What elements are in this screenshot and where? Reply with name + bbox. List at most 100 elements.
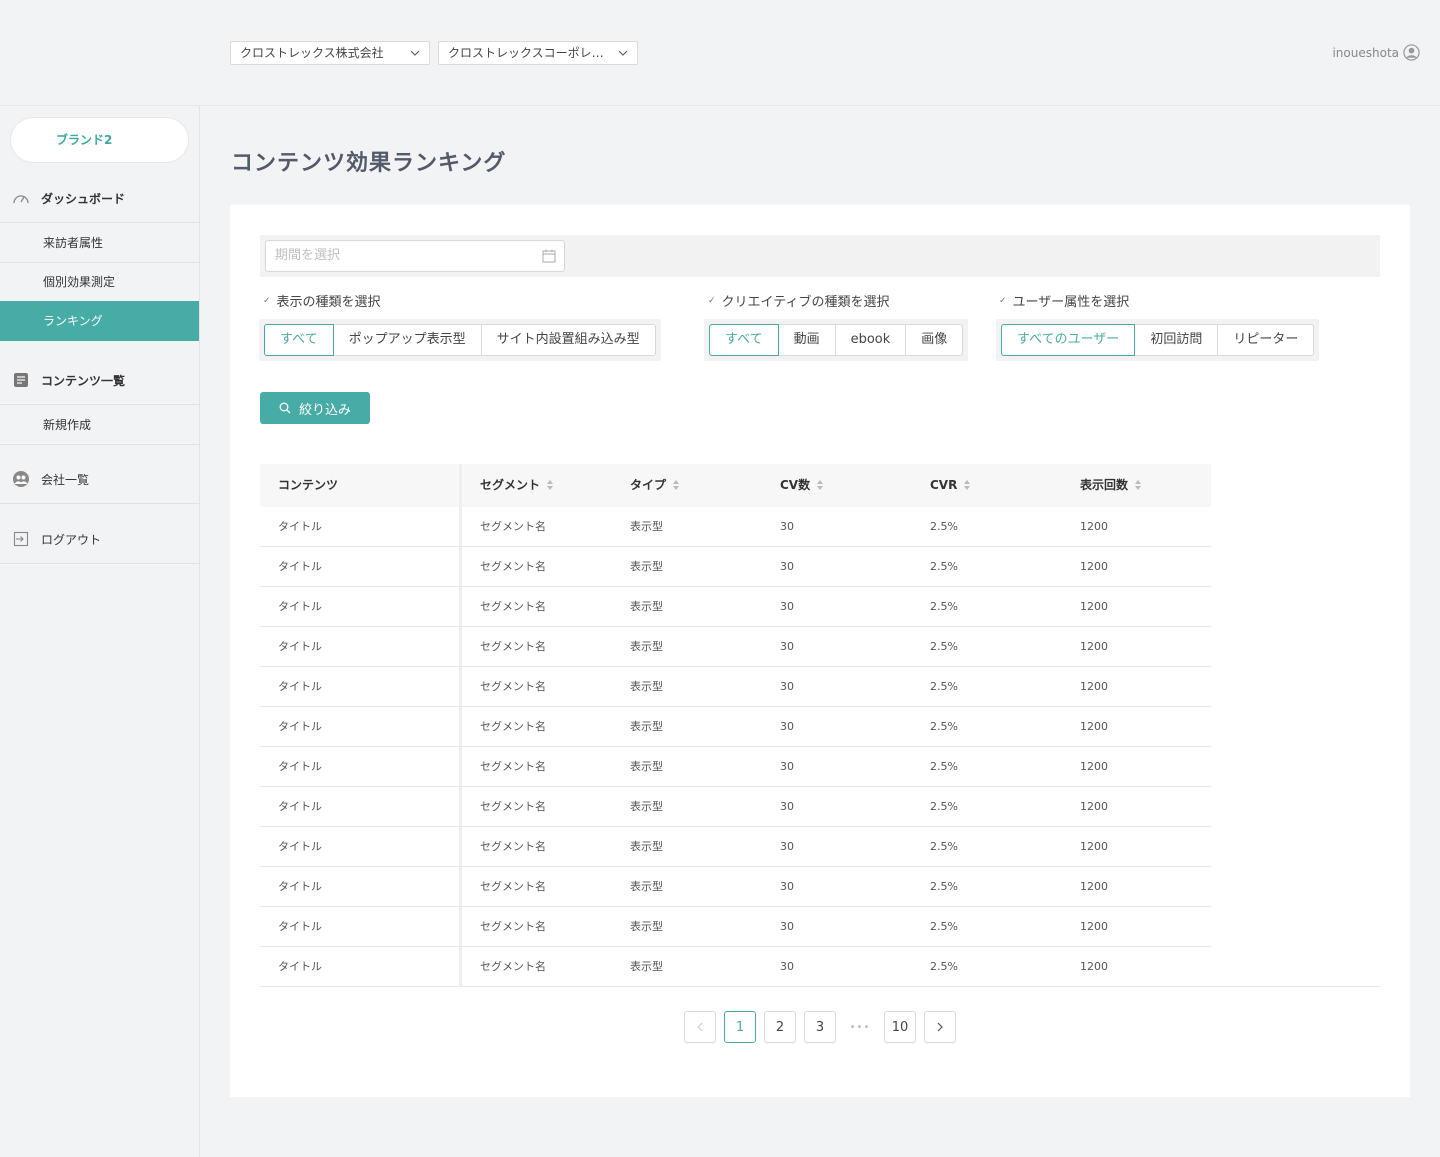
search-icon xyxy=(279,402,291,414)
user-menu[interactable]: inoueshota xyxy=(1332,44,1420,61)
cell-cvr: 2.5% xyxy=(930,680,958,693)
column-header-label: 表示回数 xyxy=(1080,478,1129,492)
table-row[interactable]: タイトル セグメント名 表示型 30 2.5% 1200 xyxy=(260,587,1211,627)
cell-impressions: 1200 xyxy=(1080,600,1108,613)
cell-segment: セグメント名 xyxy=(480,560,546,573)
check-icon: ✓ xyxy=(263,295,271,306)
cell-content: タイトル xyxy=(260,867,462,906)
column-header-type[interactable]: タイプ xyxy=(612,464,762,507)
table-row[interactable]: タイトル セグメント名 表示型 30 2.5% 1200 xyxy=(260,507,1211,547)
cell-content: タイトル xyxy=(260,747,462,786)
column-header-cv-count[interactable]: CV数 xyxy=(762,464,912,507)
cell-cv-count: 30 xyxy=(780,840,794,853)
column-header-impressions[interactable]: 表示回数 xyxy=(1062,464,1211,507)
segment-option-image[interactable]: 画像 xyxy=(906,324,964,356)
table-row[interactable]: タイトル セグメント名 表示型 30 2.5% 1200 xyxy=(260,867,1211,907)
date-range-input[interactable]: 期間を選択 xyxy=(265,240,565,272)
segment-option-popup[interactable]: ポップアップ表示型 xyxy=(333,324,482,356)
sidebar-item-companies[interactable]: 会社一覧 xyxy=(0,459,199,499)
logout-icon xyxy=(11,529,31,549)
cell-segment: セグメント名 xyxy=(480,720,546,733)
table-row[interactable]: タイトル セグメント名 表示型 30 2.5% 1200 xyxy=(260,627,1211,667)
cell-impressions: 1200 xyxy=(1080,560,1108,573)
table-row[interactable]: タイトル セグメント名 表示型 30 2.5% 1200 xyxy=(260,747,1211,787)
segment-option-video[interactable]: 動画 xyxy=(778,324,836,356)
sidebar-item-logout[interactable]: ログアウト xyxy=(0,519,199,559)
cell-segment: セグメント名 xyxy=(480,800,546,813)
sort-icon[interactable] xyxy=(963,479,971,491)
cell-cvr: 2.5% xyxy=(930,760,958,773)
table-row[interactable]: タイトル セグメント名 表示型 30 2.5% 1200 xyxy=(260,907,1211,947)
check-icon: ✓ xyxy=(708,295,716,306)
brand-selector[interactable]: ブランド2 xyxy=(10,117,189,163)
username: inoueshota xyxy=(1332,45,1399,60)
cell-content: タイトル xyxy=(260,827,462,866)
segment-option-first-visit[interactable]: 初回訪問 xyxy=(1135,324,1219,356)
sidebar-item-individual-measurement[interactable]: 個別効果測定 xyxy=(0,262,199,302)
page-button-2[interactable]: 2 xyxy=(764,1011,796,1043)
sort-icon[interactable] xyxy=(672,479,680,491)
cell-impressions: 1200 xyxy=(1080,800,1108,813)
cell-content: タイトル xyxy=(260,907,462,946)
segment-option-ebook[interactable]: ebook xyxy=(835,324,907,356)
segment-option-repeater[interactable]: リピーター xyxy=(1218,324,1315,356)
cell-cvr: 2.5% xyxy=(930,840,958,853)
segment-option-all[interactable]: すべて xyxy=(709,324,779,356)
column-header-cvr[interactable]: CVR xyxy=(912,464,1062,507)
sidebar-item-dashboard[interactable]: ダッシュボード xyxy=(0,178,199,218)
sidebar-item-label: 会社一覧 xyxy=(41,472,90,487)
cell-cvr: 2.5% xyxy=(930,520,958,533)
sort-icon[interactable] xyxy=(816,479,824,491)
table-row[interactable]: タイトル セグメント名 表示型 30 2.5% 1200 xyxy=(260,547,1211,587)
prev-page-button[interactable] xyxy=(684,1011,716,1043)
page-ellipsis[interactable]: ••• xyxy=(844,1011,876,1043)
cell-content: タイトル xyxy=(260,627,462,666)
cell-content: タイトル xyxy=(260,947,462,986)
sidebar-item-visitor-attributes[interactable]: 来訪者属性 xyxy=(0,223,199,263)
table-row[interactable]: タイトル セグメント名 表示型 30 2.5% 1200 xyxy=(260,787,1211,827)
cell-cv-count: 30 xyxy=(780,880,794,893)
sort-icon[interactable] xyxy=(1134,479,1142,491)
next-page-button[interactable] xyxy=(924,1011,956,1043)
cell-type: 表示型 xyxy=(630,880,663,893)
company-select[interactable]: クロストレックス株式会社 xyxy=(230,41,430,65)
segment-option-all[interactable]: すべて xyxy=(264,324,334,356)
creative-type-label-text: クリエイティブの種類を選択 xyxy=(721,295,890,310)
table-row[interactable]: タイトル セグメント名 表示型 30 2.5% 1200 xyxy=(260,827,1211,867)
cell-impressions: 1200 xyxy=(1080,520,1108,533)
cell-cv-count: 30 xyxy=(780,520,794,533)
table-row[interactable]: タイトル セグメント名 表示型 30 2.5% 1200 xyxy=(260,947,1380,987)
gauge-icon xyxy=(11,188,31,208)
sidebar-item-content-list[interactable]: コンテンツ一覧 xyxy=(0,360,199,400)
column-header-label: セグメント xyxy=(480,478,541,492)
user-avatar-icon xyxy=(1403,44,1420,61)
chevron-down-icon xyxy=(618,50,628,56)
cell-segment: セグメント名 xyxy=(480,920,546,933)
sidebar-item-ranking[interactable]: ランキング xyxy=(0,301,199,341)
column-header-label: CV数 xyxy=(780,478,811,492)
cell-impressions: 1200 xyxy=(1080,880,1108,893)
chevron-left-icon xyxy=(697,1022,703,1032)
table-body: タイトル セグメント名 表示型 30 2.5% 1200 タイトル セグメント名 表示型 30 2.… xyxy=(260,507,1380,987)
sidebar-item-new[interactable]: 新規作成 xyxy=(0,405,199,445)
segment-option-embedded[interactable]: サイト内設置組み込み型 xyxy=(481,324,656,356)
table-row[interactable]: タイトル セグメント名 表示型 30 2.5% 1200 xyxy=(260,707,1211,747)
cell-cv-count: 30 xyxy=(780,640,794,653)
column-header-segment[interactable]: セグメント xyxy=(462,464,612,507)
corporation-select[interactable]: クロストレックスコーポレ… xyxy=(438,41,638,65)
table-row[interactable]: タイトル セグメント名 表示型 30 2.5% 1200 xyxy=(260,667,1211,707)
cell-type: 表示型 xyxy=(630,920,663,933)
pagination: 1 2 3 ••• 10 xyxy=(684,1011,956,1043)
cell-segment: セグメント名 xyxy=(480,680,546,693)
filter-button-label: 絞り込み xyxy=(298,402,351,418)
filter-button[interactable]: 絞り込み xyxy=(260,392,370,424)
segment-option-all-users[interactable]: すべてのユーザー xyxy=(1001,324,1136,356)
page-button-3[interactable]: 3 xyxy=(804,1011,836,1043)
page-button-1[interactable]: 1 xyxy=(724,1011,756,1043)
cell-cvr: 2.5% xyxy=(930,920,958,933)
sort-icon[interactable] xyxy=(546,479,554,491)
cell-type: 表示型 xyxy=(630,720,663,733)
users-icon xyxy=(11,469,31,489)
page-button-10[interactable]: 10 xyxy=(884,1011,916,1043)
cell-content: タイトル xyxy=(260,587,462,626)
